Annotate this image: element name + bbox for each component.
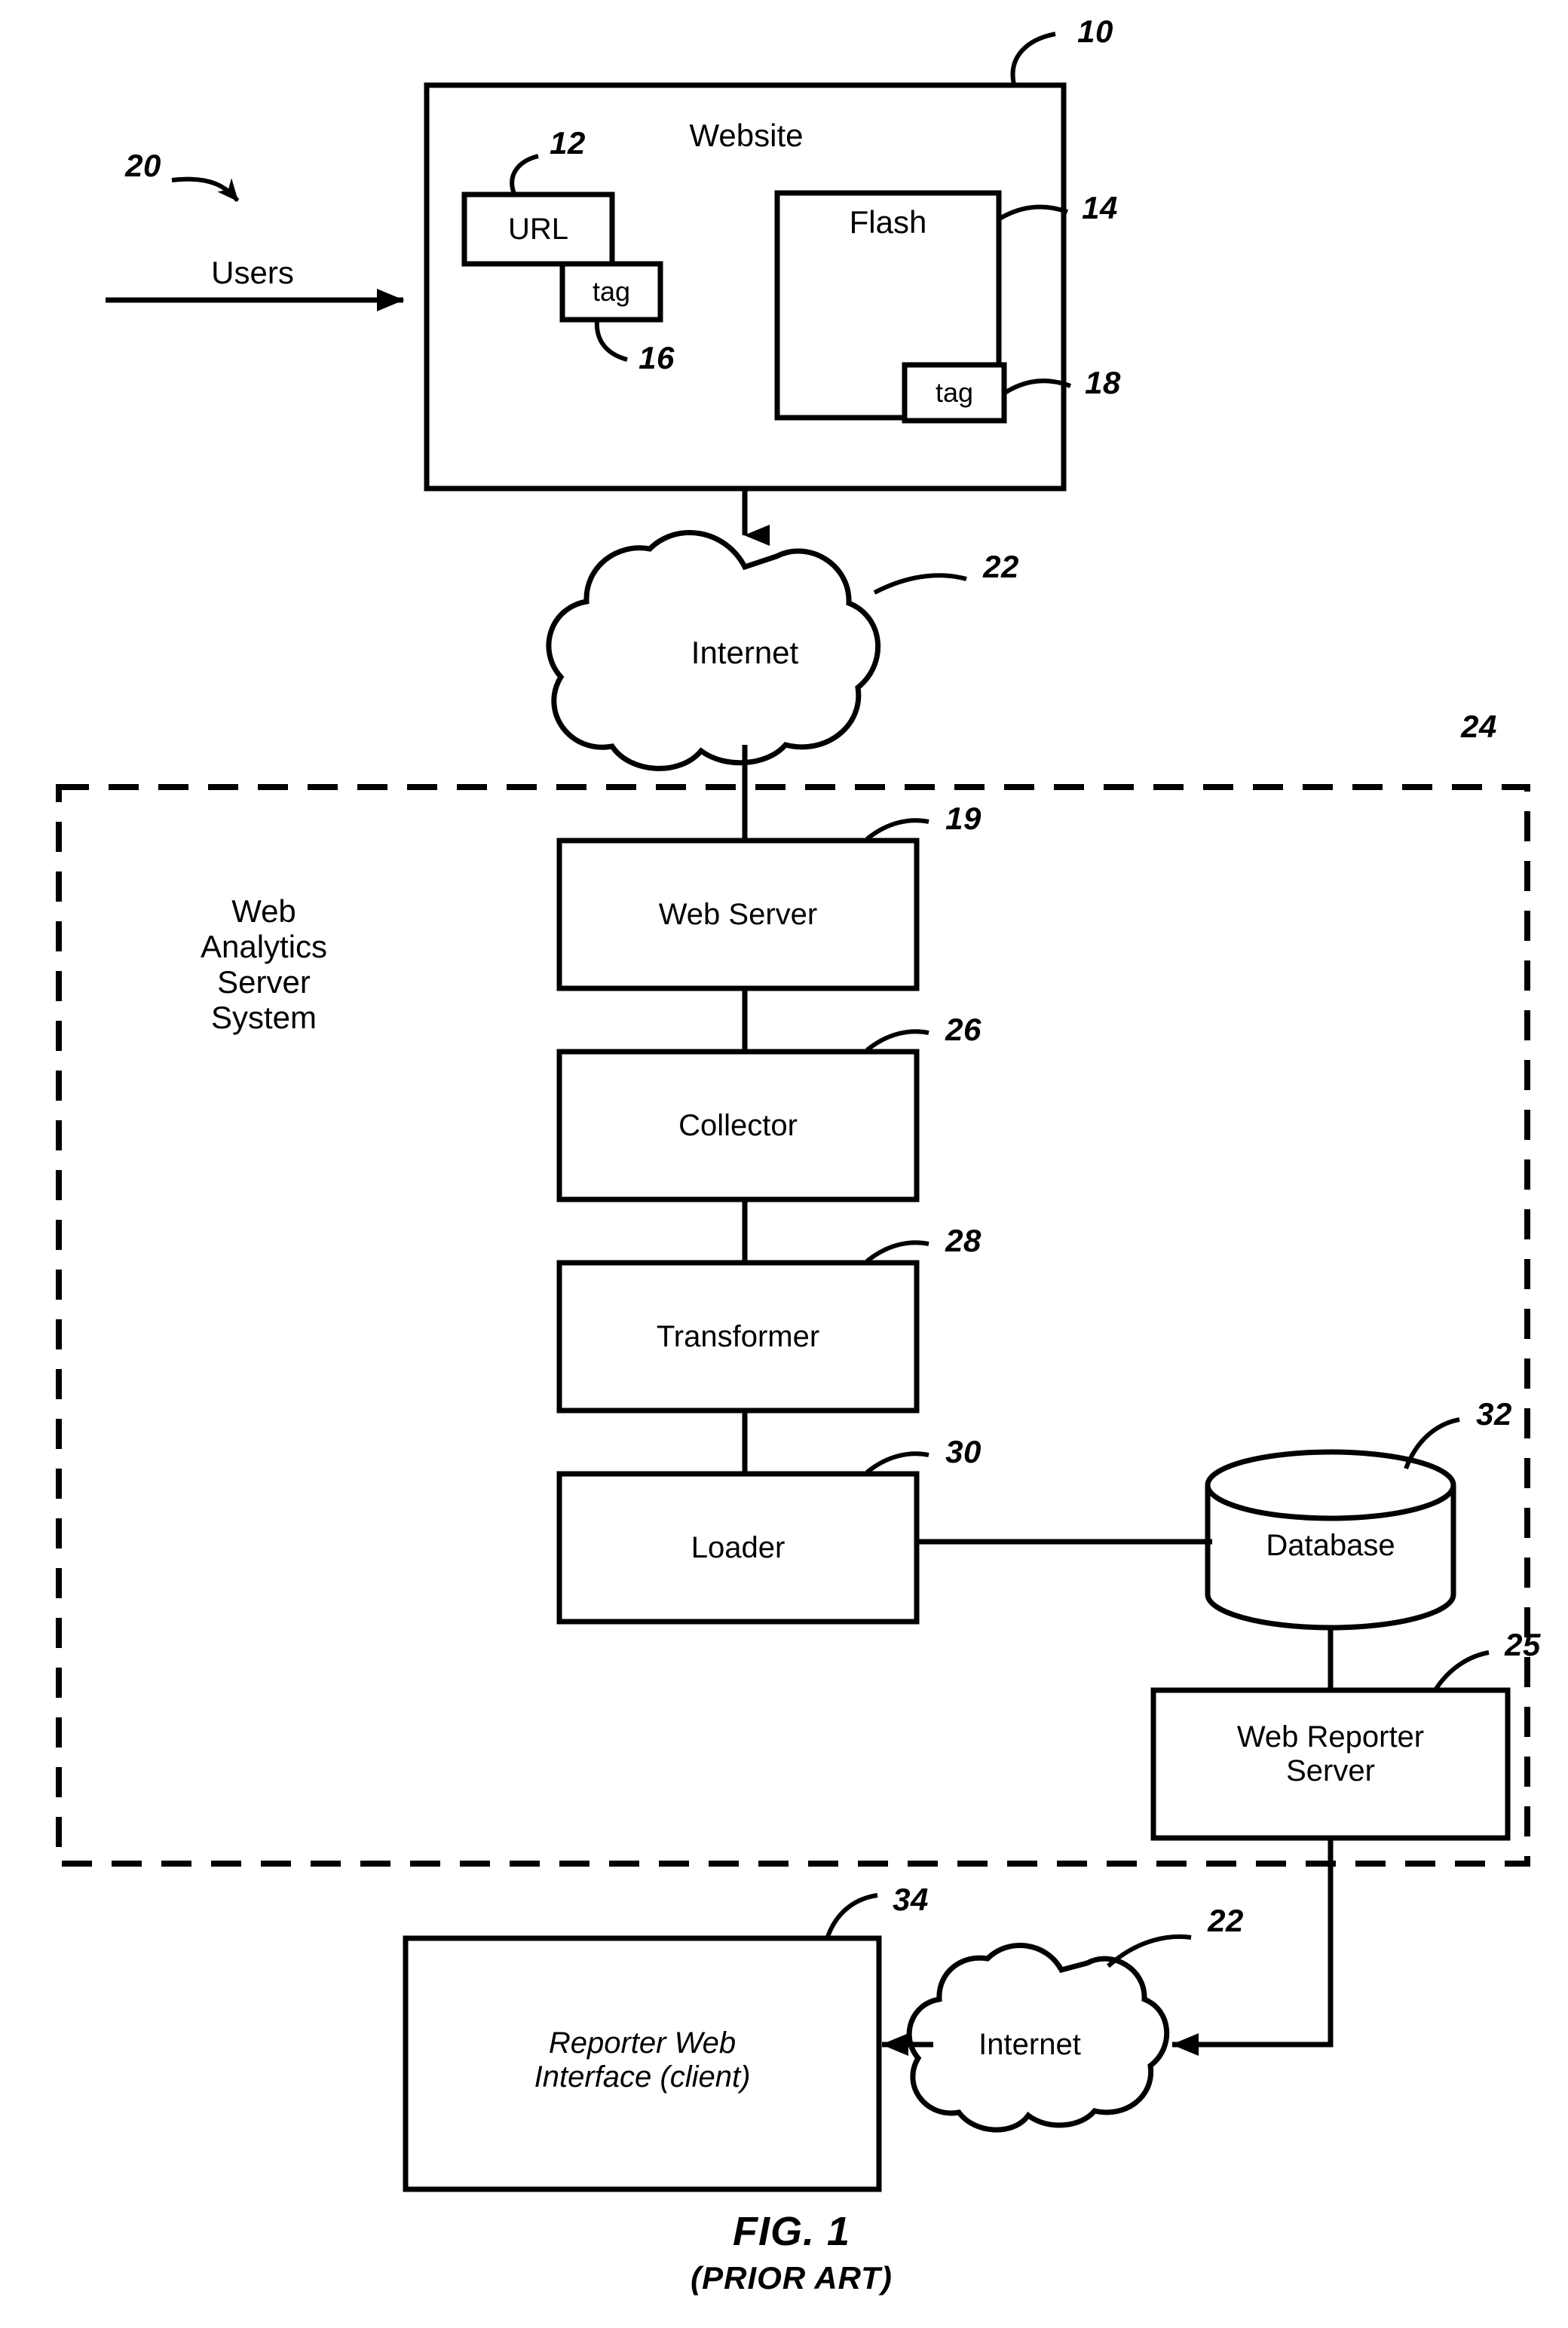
ref-12: 12 xyxy=(550,125,586,161)
collector-label: Collector xyxy=(678,1108,798,1142)
ref-14: 14 xyxy=(1082,190,1118,225)
web-server-label: Web Server xyxy=(658,897,818,931)
database-top-ellipse xyxy=(1205,1449,1456,1521)
lead-line-26 xyxy=(865,1029,929,1052)
ref-16: 16 xyxy=(639,340,675,375)
flash-label: Flash xyxy=(849,204,927,240)
ref-19: 19 xyxy=(945,801,982,836)
ref-26: 26 xyxy=(945,1012,982,1047)
ref-24: 24 xyxy=(1461,709,1497,744)
ref-28: 28 xyxy=(945,1223,982,1258)
lead-line-28 xyxy=(865,1240,929,1264)
ref-25: 25 xyxy=(1505,1627,1541,1662)
url-label: URL xyxy=(507,212,569,246)
flash-tag-label: tag xyxy=(935,376,974,408)
ref-20: 20 xyxy=(125,148,161,183)
system-boundary-label: Web Analytics Server System xyxy=(200,893,328,1036)
figure-caption: FIG. 1 xyxy=(732,2209,851,2254)
website-label: Website xyxy=(689,118,804,154)
patent-figure: Website 10 URL 12 tag 16 Flash 14 tag 18… xyxy=(0,0,1568,2328)
lead-line-25 xyxy=(1434,1650,1490,1690)
figure-subcaption: (PRIOR ART) xyxy=(691,2260,893,2296)
transformer-label: Transformer xyxy=(656,1319,820,1353)
ref-22-bottom: 22 xyxy=(1208,1903,1244,1938)
loader-label: Loader xyxy=(691,1530,786,1564)
ref-10: 10 xyxy=(1077,14,1113,49)
internet-bottom-label: Internet xyxy=(978,2027,1081,2061)
users-label: Users xyxy=(211,255,294,291)
lead-line-20 xyxy=(171,176,240,202)
lead-line-19 xyxy=(865,818,929,841)
internet-top-label: Internet xyxy=(691,635,799,671)
database-bottom-arc xyxy=(1205,1594,1456,1631)
url-tag-label: tag xyxy=(592,275,631,307)
ref-30: 30 xyxy=(945,1434,982,1469)
database-label: Database xyxy=(1266,1528,1395,1562)
lead-line-34 xyxy=(825,1893,878,1938)
ref-22-top: 22 xyxy=(983,549,1019,584)
lead-line-22-top xyxy=(873,573,967,595)
lead-line-10 xyxy=(1010,32,1056,85)
ref-32: 32 xyxy=(1476,1396,1512,1432)
reporter-server-to-internet-path xyxy=(1171,1838,1334,2056)
web-reporter-server-label: Web Reporter Server xyxy=(1236,1720,1425,1787)
ref-34: 34 xyxy=(893,1882,929,1917)
lead-line-30 xyxy=(865,1451,929,1475)
database-group xyxy=(1205,1417,1460,1631)
reporter-client-label: Reporter Web Interface (client) xyxy=(534,2026,751,2094)
ref-18: 18 xyxy=(1085,365,1121,400)
